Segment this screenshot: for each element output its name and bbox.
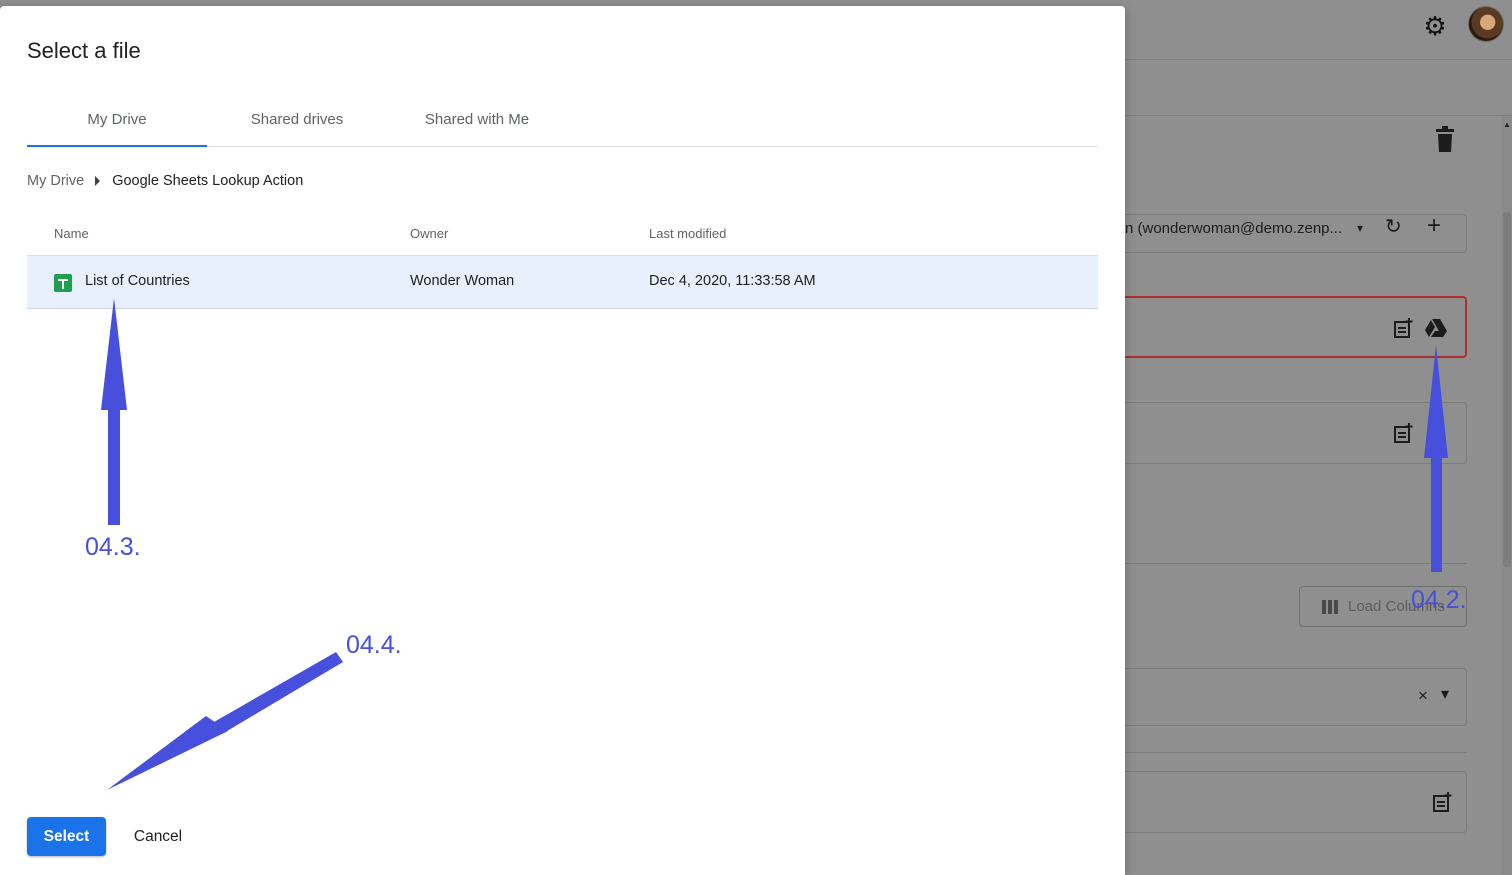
annotation-label-04-4: 04.4. <box>346 631 402 659</box>
account-field[interactable]: n (wonderwoman@demo.zenp... ▾ ↻ + <box>1125 214 1467 253</box>
google-sheets-icon <box>54 274 72 292</box>
caret-down-icon[interactable]: ▾ <box>1357 218 1363 238</box>
column-select-field[interactable]: × ▾ <box>1125 668 1467 726</box>
select-button[interactable]: Select <box>27 817 106 856</box>
breadcrumb: My Drive Google Sheets Lookup Action <box>27 171 303 191</box>
view-column-icon <box>1322 600 1340 614</box>
google-drive-icon[interactable] <box>1425 318 1447 338</box>
account-field-value: n (wonderwoman@demo.zenp... <box>1125 220 1343 237</box>
table-row[interactable]: List of Countries Wonder Woman Dec 4, 20… <box>27 255 1098 309</box>
column-header-last-modified[interactable]: Last modified <box>649 226 726 241</box>
worksheet-field[interactable] <box>1125 402 1467 464</box>
spreadsheet-field[interactable] <box>1125 296 1467 358</box>
scroll-up-icon[interactable]: ▲ <box>1503 120 1511 129</box>
note-add-icon[interactable] <box>1433 792 1453 812</box>
lookup-value-field[interactable] <box>1125 771 1467 833</box>
note-add-icon[interactable] <box>1394 423 1414 443</box>
annotation-label-04-3: 04.3. <box>85 533 141 561</box>
tab-shared-with-me[interactable]: Shared with Me <box>387 102 567 147</box>
chevron-right-icon <box>95 176 101 186</box>
column-header-name[interactable]: Name <box>54 226 89 241</box>
dialog-title: Select a file <box>27 38 141 63</box>
tab-shared-drives[interactable]: Shared drives <box>207 102 387 147</box>
trash-icon[interactable] <box>1434 126 1456 152</box>
annotation-label-04-2: 04.2. <box>1411 586 1467 614</box>
divider <box>1125 563 1467 564</box>
file-owner: Wonder Woman <box>410 273 515 289</box>
divider <box>1125 752 1467 753</box>
scrollbar-thumb[interactable] <box>1503 212 1511 567</box>
breadcrumb-root[interactable]: My Drive <box>27 173 84 189</box>
gear-icon[interactable]: ⚙ <box>1421 12 1449 40</box>
file-name: List of Countries <box>85 273 190 289</box>
breadcrumb-current: Google Sheets Lookup Action <box>112 173 304 189</box>
header-band <box>1125 60 1512 116</box>
cancel-button[interactable]: Cancel <box>120 817 196 856</box>
file-picker-dialog: Select a file My Drive Shared drives Sha… <box>0 6 1125 875</box>
refresh-icon[interactable]: ↻ <box>1385 217 1402 237</box>
file-modified: Dec 4, 2020, 11:33:58 AM <box>649 273 816 289</box>
tab-my-drive[interactable]: My Drive <box>27 102 207 147</box>
note-add-icon[interactable] <box>1394 318 1414 338</box>
avatar[interactable] <box>1468 6 1504 42</box>
tab-bar: My Drive Shared drives Shared with Me <box>27 102 1098 147</box>
column-header-owner[interactable]: Owner <box>410 226 448 241</box>
close-icon[interactable]: × <box>1418 686 1428 706</box>
plus-icon[interactable]: + <box>1427 214 1441 238</box>
caret-down-icon[interactable]: ▾ <box>1441 685 1449 705</box>
table-header: Name Owner Last modified <box>27 219 1098 255</box>
